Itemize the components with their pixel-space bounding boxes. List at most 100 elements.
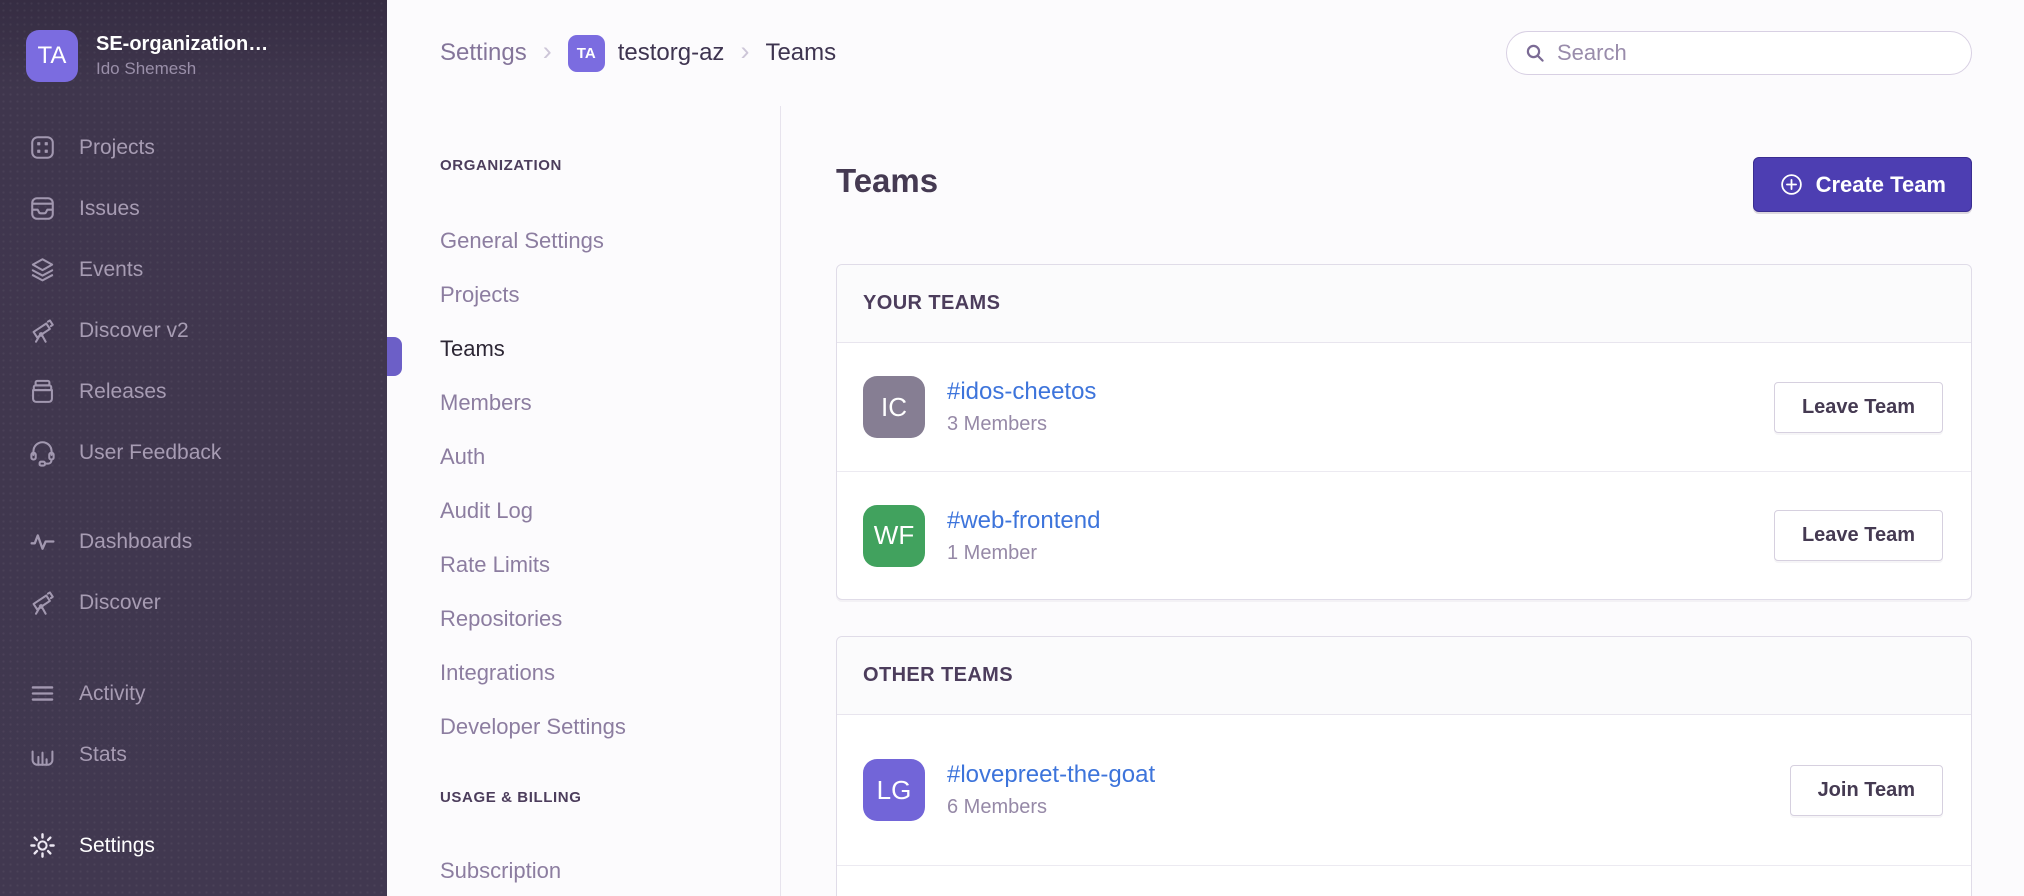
settings-nav: ORGANIZATION General Settings Projects T…: [387, 106, 781, 896]
team-member-count: 1 Member: [947, 542, 1774, 565]
sidebar-item-settings[interactable]: Settings: [0, 815, 387, 876]
search-box[interactable]: [1506, 31, 1972, 75]
active-nav-indicator: [387, 337, 402, 376]
sidebar-item-projects[interactable]: Projects: [0, 117, 387, 178]
app-window: TA SE-organization… Ido Shemesh Projects…: [0, 0, 2024, 896]
breadcrumb-current-page: Teams: [765, 39, 836, 67]
releases-icon: [27, 377, 57, 407]
sidebar-item-user-feedback[interactable]: User Feedback: [0, 422, 387, 483]
search-input[interactable]: [1557, 40, 1955, 66]
sidebar-item-label: Discover: [79, 591, 161, 615]
settings-nav-item-members[interactable]: Members: [440, 376, 780, 430]
list-icon: [27, 679, 57, 709]
settings-nav-item-subscription[interactable]: Subscription: [440, 844, 780, 896]
sidebar-item-label: Issues: [79, 197, 140, 221]
team-name-link[interactable]: #lovepreet-the-goat: [947, 761, 1790, 789]
sidebar-item-dashboards[interactable]: Dashboards: [0, 511, 387, 572]
other-teams-heading: OTHER TEAMS: [837, 637, 1971, 715]
org-user-name: Ido Shemesh: [96, 59, 268, 79]
sidebar-item-discover[interactable]: Discover: [0, 572, 387, 633]
team-row: IC #idos-cheetos 3 Members Leave Team: [837, 343, 1971, 471]
leave-team-button[interactable]: Leave Team: [1774, 510, 1943, 561]
join-team-button[interactable]: Join Team: [1790, 765, 1943, 816]
settings-nav-item-repositories[interactable]: Repositories: [440, 592, 780, 646]
breadcrumb-org-link[interactable]: TA testorg-az: [568, 35, 725, 72]
sidebar-nav: Projects Issues Events Discover v2 Relea…: [0, 117, 387, 785]
settings-nav-item-auth[interactable]: Auth: [440, 430, 780, 484]
create-team-label: Create Team: [1816, 172, 1946, 198]
settings-nav-item-teams[interactable]: Teams: [440, 322, 780, 376]
main-panel: Teams Create Team YOUR TEAMS IC #idos-ch…: [781, 106, 2024, 896]
team-info: #lovepreet-the-goat 6 Members: [947, 761, 1790, 819]
bar-chart-icon: [27, 740, 57, 770]
settings-nav-item-general-settings[interactable]: General Settings: [440, 214, 780, 268]
headset-icon: [27, 438, 57, 468]
sidebar-item-issues[interactable]: Issues: [0, 178, 387, 239]
sidebar-group-divider: [0, 633, 387, 663]
sidebar-item-label: Events: [79, 258, 143, 282]
sidebar-item-events[interactable]: Events: [0, 239, 387, 300]
team-row-partial: [837, 865, 1971, 896]
sidebar-item-label: Projects: [79, 136, 155, 160]
top-header: Settings › TA testorg-az › Teams: [387, 0, 2024, 106]
team-row: WF #web-frontend 1 Member Leave Team: [837, 471, 1971, 599]
sidebar-item-activity[interactable]: Activity: [0, 663, 387, 724]
org-name: SE-organization…: [96, 33, 268, 56]
sidebar-item-label: Releases: [79, 380, 167, 404]
team-info: #idos-cheetos 3 Members: [947, 378, 1774, 436]
sidebar-item-label: Stats: [79, 743, 127, 767]
org-meta: SE-organization… Ido Shemesh: [96, 33, 268, 79]
team-avatar: LG: [863, 759, 925, 821]
sidebar-item-label: Dashboards: [79, 530, 192, 554]
chevron-right-icon: ›: [740, 38, 749, 69]
settings-nav-list: General Settings Projects Teams Members …: [440, 214, 780, 754]
team-member-count: 6 Members: [947, 796, 1790, 819]
your-teams-heading: YOUR TEAMS: [837, 265, 1971, 343]
team-row: LG #lovepreet-the-goat 6 Members Join Te…: [837, 715, 1971, 865]
team-name-link[interactable]: #idos-cheetos: [947, 378, 1774, 406]
breadcrumb-settings-link[interactable]: Settings: [440, 39, 527, 67]
chevron-right-icon: ›: [543, 38, 552, 69]
sidebar-item-label: Settings: [79, 834, 155, 858]
settings-nav-heading-usage-billing: USAGE & BILLING: [440, 787, 780, 809]
settings-nav-item-audit-log[interactable]: Audit Log: [440, 484, 780, 538]
settings-nav-item-rate-limits[interactable]: Rate Limits: [440, 538, 780, 592]
sidebar-group-divider: [0, 483, 387, 511]
team-info: #web-frontend 1 Member: [947, 507, 1774, 565]
team-name-link[interactable]: #web-frontend: [947, 507, 1774, 535]
team-avatar: IC: [863, 376, 925, 438]
search-icon: [1523, 41, 1547, 65]
plus-circle-icon: [1779, 172, 1804, 197]
org-badge: TA: [568, 35, 605, 72]
sidebar-item-label: Discover v2: [79, 319, 189, 343]
pulse-icon: [27, 527, 57, 557]
your-teams-panel: YOUR TEAMS IC #idos-cheetos 3 Members Le…: [836, 264, 1972, 600]
sidebar-item-stats[interactable]: Stats: [0, 724, 387, 785]
other-teams-panel: OTHER TEAMS LG #lovepreet-the-goat 6 Mem…: [836, 636, 1972, 896]
breadcrumb-org-label: testorg-az: [618, 39, 725, 67]
team-member-count: 3 Members: [947, 413, 1774, 436]
sidebar: TA SE-organization… Ido Shemesh Projects…: [0, 0, 387, 896]
sidebar-item-label: User Feedback: [79, 441, 221, 465]
settings-nav-list: Subscription: [440, 844, 780, 896]
settings-nav-item-integrations[interactable]: Integrations: [440, 646, 780, 700]
sidebar-item-label: Activity: [79, 682, 146, 706]
settings-nav-item-developer-settings[interactable]: Developer Settings: [440, 700, 780, 754]
sidebar-item-releases[interactable]: Releases: [0, 361, 387, 422]
create-team-button[interactable]: Create Team: [1753, 157, 1972, 212]
events-icon: [27, 255, 57, 285]
telescope-icon: [27, 588, 57, 618]
sidebar-item-discover-v2[interactable]: Discover v2: [0, 300, 387, 361]
issues-icon: [27, 194, 57, 224]
projects-icon: [27, 133, 57, 163]
telescope-icon: [27, 316, 57, 346]
team-avatar: WF: [863, 505, 925, 567]
settings-nav-item-projects[interactable]: Projects: [440, 268, 780, 322]
content-area: Settings › TA testorg-az › Teams ORGANIZ…: [387, 0, 2024, 896]
settings-nav-heading-organization: ORGANIZATION: [440, 155, 780, 177]
org-avatar[interactable]: TA: [26, 30, 78, 82]
gear-icon: [27, 831, 57, 861]
leave-team-button[interactable]: Leave Team: [1774, 382, 1943, 433]
breadcrumb: Settings › TA testorg-az › Teams: [440, 35, 836, 72]
org-switcher[interactable]: TA SE-organization… Ido Shemesh: [0, 0, 387, 82]
